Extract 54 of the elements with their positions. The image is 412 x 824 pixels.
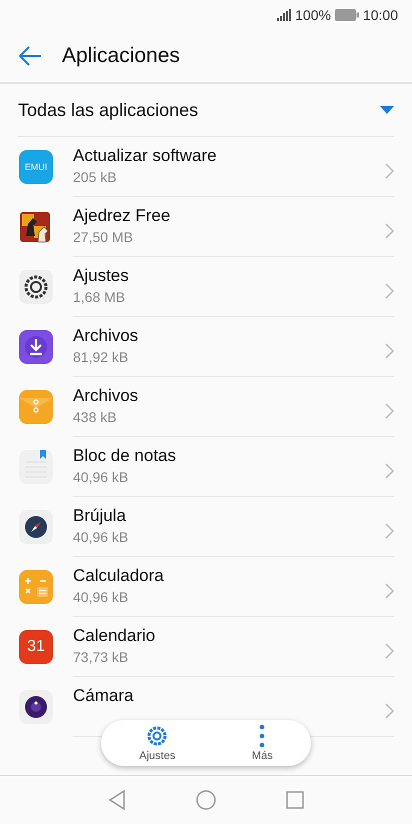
app-name[interactable]: Cámara (73, 686, 134, 706)
app-name[interactable]: Ajustes (73, 266, 129, 286)
home-icon[interactable] (196, 790, 216, 810)
app-name[interactable]: Calculadora (73, 566, 164, 586)
chevron-right-icon (385, 163, 394, 179)
back-arrow-icon[interactable] (18, 46, 42, 66)
app-name[interactable]: Bloc de notas (73, 446, 176, 466)
chevron-right-icon (385, 283, 394, 299)
chess-icon (19, 210, 53, 244)
calculator-icon (19, 570, 53, 604)
signal-icon (277, 9, 292, 21)
back-icon[interactable] (108, 790, 126, 810)
dropdown-caret-icon[interactable] (380, 106, 394, 114)
battery-icon (334, 9, 359, 21)
app-size: 27,50 MB (73, 229, 134, 245)
app-name[interactable]: Actualizar software (73, 146, 217, 166)
app-size: 81,92 kB (73, 349, 130, 365)
chevron-right-icon (385, 463, 394, 479)
recents-icon[interactable] (286, 791, 304, 809)
chevron-right-icon (385, 583, 394, 599)
app-name[interactable]: Archivos (73, 326, 138, 346)
chevron-right-icon (385, 523, 394, 539)
compass-icon (19, 510, 53, 544)
app-size: 1,68 MB (73, 289, 126, 305)
page-title: Aplicaciones (62, 44, 180, 68)
app-size: 40,96 kB (73, 469, 130, 485)
download-icon (19, 330, 53, 364)
app-name[interactable]: Brújula (73, 506, 128, 526)
app-name[interactable]: Archivos (73, 386, 138, 406)
app-size: 40,96 kB (73, 529, 128, 545)
toolbar-button[interactable]: Ajustes (129, 724, 186, 762)
envelope-icon (19, 390, 53, 424)
app-size: 73,73 kB (73, 649, 130, 665)
settings-icon (145, 724, 170, 748)
battery-percentage: 100% (295, 7, 331, 23)
notes-icon (19, 450, 53, 484)
clock: 10:00 (362, 7, 398, 23)
filter-dropdown[interactable]: Todas las aplicaciones (18, 100, 198, 120)
app-size: 40,96 kB (73, 589, 130, 605)
app-name[interactable]: Ajedrez Free (73, 206, 170, 226)
settings-icon (19, 270, 53, 304)
more-icon (258, 724, 266, 748)
chevron-right-icon (385, 703, 394, 719)
icon-label: 31 (27, 638, 45, 656)
app-size: 205 kB (73, 169, 118, 185)
chevron-right-icon (385, 643, 394, 659)
app-size: 438 kB (73, 409, 118, 425)
app-name[interactable]: Calendario (73, 626, 156, 646)
chevron-right-icon (385, 403, 394, 419)
camera-icon (19, 690, 53, 724)
toolbar-button[interactable]: Más (242, 724, 283, 762)
icon-label: EMUI (24, 162, 48, 172)
chevron-right-icon (385, 223, 394, 239)
chevron-right-icon (385, 343, 394, 359)
